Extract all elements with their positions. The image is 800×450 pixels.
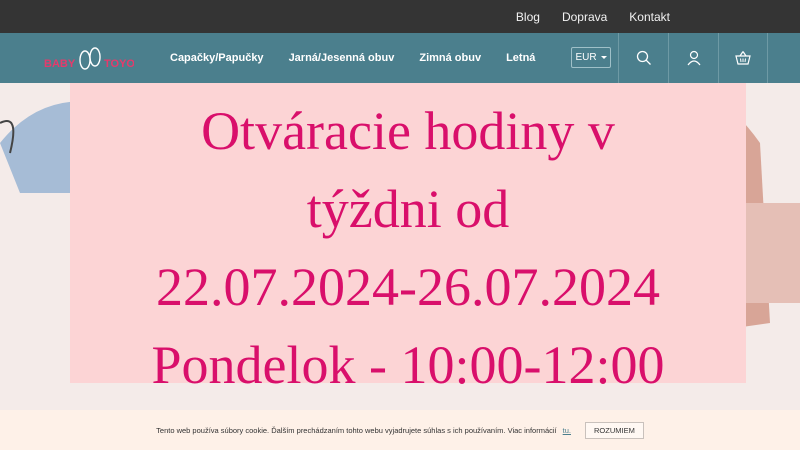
logo-graphic: BABY TOYO — [44, 47, 135, 70]
headline-line-4: Pondelok - 10:00-12:00 — [151, 335, 665, 395]
svg-text:TOYO: TOYO — [104, 58, 134, 70]
menu-item-capacky[interactable]: Capačky/Papučky — [170, 52, 264, 64]
cookie-more-info-link[interactable]: tu. — [563, 426, 571, 435]
account-button[interactable] — [668, 33, 718, 83]
main-menu: Capačky/Papučky Jarná/Jesenná obuv Zimná… — [170, 33, 535, 83]
top-link-blog[interactable]: Blog — [516, 10, 540, 24]
headline-line-1: Otváracie hodiny v — [201, 101, 615, 161]
cookie-bar: Tento web používa súbory cookie. Ďalším … — [0, 410, 800, 450]
headline-line-3: 22.07.2024-26.07.2024 — [156, 257, 660, 317]
user-icon — [687, 50, 700, 66]
opening-hours-headline: Otváracie hodiny v týždni od 22.07.2024-… — [70, 92, 746, 404]
basket-icon — [735, 51, 751, 65]
chevron-down-icon — [600, 56, 607, 59]
top-link-kontakt[interactable]: Kontakt — [629, 10, 670, 24]
top-links: Blog Doprava Kontakt — [516, 0, 670, 33]
search-icon — [636, 50, 651, 65]
top-link-doprava[interactable]: Doprava — [562, 10, 607, 24]
cookie-accept-button[interactable]: ROZUMIEM — [584, 421, 644, 439]
headline-line-2: týždni od — [306, 179, 510, 239]
site-logo[interactable]: BABY TOYO — [42, 41, 135, 75]
currency-value: EUR — [575, 52, 597, 63]
main-navbar: BABY TOYO Capačky/Papučky Jarná/Jesenná … — [0, 33, 800, 83]
menu-item-jarna-jesenna[interactable]: Jarná/Jesenná obuv — [289, 52, 395, 64]
menu-item-letna[interactable]: Letná — [506, 52, 535, 64]
cart-button[interactable] — [718, 33, 768, 83]
currency-select[interactable]: EUR — [571, 47, 611, 68]
search-button[interactable] — [618, 33, 668, 83]
svg-text:BABY: BABY — [44, 58, 76, 70]
top-bar: Blog Doprava Kontakt — [0, 0, 800, 33]
menu-item-zimna[interactable]: Zimná obuv — [419, 52, 481, 64]
cookie-text: Tento web používa súbory cookie. Ďalším … — [156, 425, 557, 435]
